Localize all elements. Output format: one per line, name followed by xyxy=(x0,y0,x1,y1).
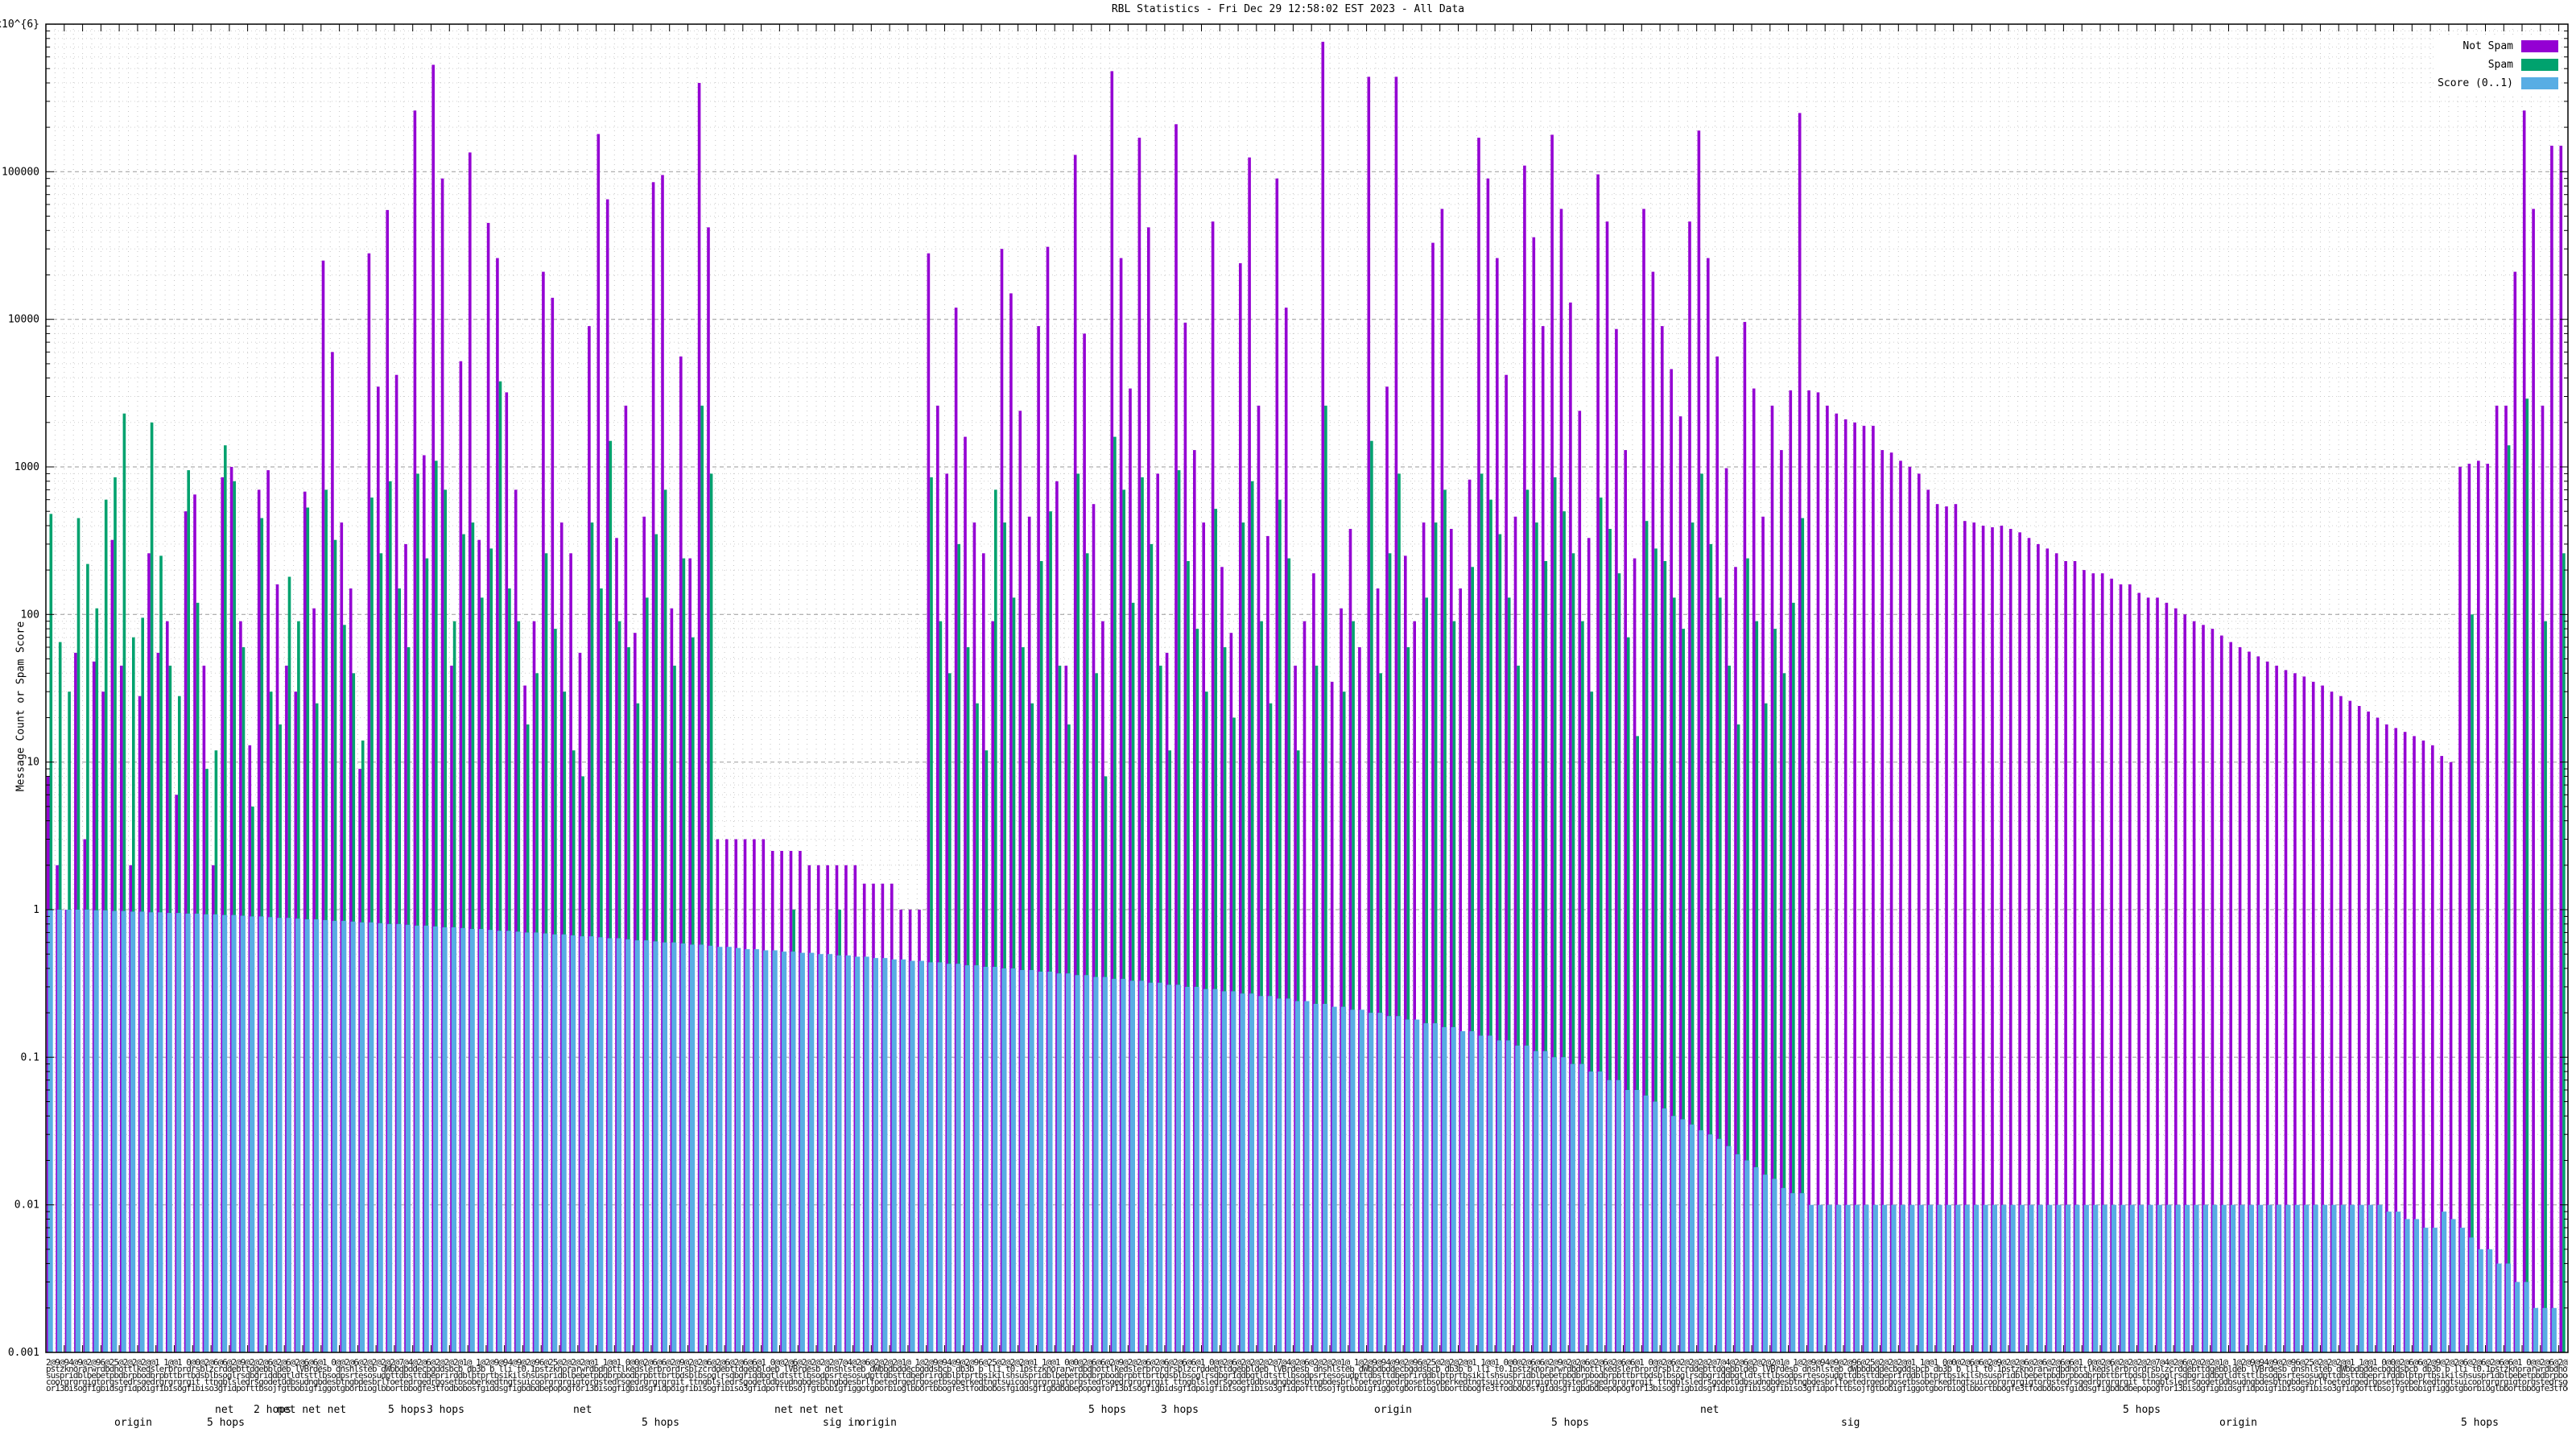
x-label-fragment: net xyxy=(215,1404,234,1416)
legend: Not Spam Spam Score (0..1) xyxy=(2434,35,2562,94)
x-label-fragment: net net net xyxy=(277,1404,347,1416)
x-label-fragment: 5 hops xyxy=(207,1417,245,1429)
legend-entry-spam: Spam xyxy=(2438,56,2558,74)
svg-text:0.01: 0.01 xyxy=(14,1199,39,1212)
x-label-fragment: origin xyxy=(859,1417,897,1429)
svg-text:10000: 10000 xyxy=(8,314,39,326)
svg-text:100000: 100000 xyxy=(2,166,39,178)
x-label-fragment: 3 hops xyxy=(427,1404,464,1416)
legend-swatch-score xyxy=(2521,77,2558,89)
svg-text:0.001: 0.001 xyxy=(8,1347,39,1359)
x-label-fragment: origin xyxy=(1374,1404,1412,1416)
x-label-fragment: sig in xyxy=(823,1417,861,1429)
x-label-fragment: net net net xyxy=(774,1404,844,1416)
svg-text:10: 10 xyxy=(27,757,39,769)
svg-text:100: 100 xyxy=(21,609,39,621)
legend-label-not-spam: Not Spam xyxy=(2462,40,2513,52)
x-label-garble-row: or13bisogfigbidsgfidpoigfibisogfibiso3gf… xyxy=(46,1383,2568,1393)
x-label-fragment: origin xyxy=(114,1417,152,1429)
svg-text:0.1: 0.1 xyxy=(21,1051,39,1063)
x-label-fragment: 5 hops xyxy=(1088,1404,1126,1416)
legend-entry-score: Score (0..1) xyxy=(2438,74,2558,93)
rbl-statistics-chart: RBL Statistics - Fri Dec 29 12:58:02 EST… xyxy=(0,0,2576,1449)
x-label-fragment: 3 hops xyxy=(1161,1404,1199,1416)
x-label-fragment: origin xyxy=(2219,1417,2257,1429)
legend-entry-not-spam: Not Spam xyxy=(2438,37,2558,56)
svg-text:1x10^{6}: 1x10^{6} xyxy=(0,19,39,31)
x-label-fragment: 5 hops xyxy=(642,1417,679,1429)
x-label-fragment: 5 hops xyxy=(2123,1404,2161,1416)
x-label-fragment: 5 hops xyxy=(388,1404,426,1416)
legend-swatch-not-spam xyxy=(2521,40,2558,52)
x-axis-labels: 2@9@94@9@2@96@25@2@2@2@@1 1@@1 0@0@2@6@6… xyxy=(46,1357,2568,1446)
svg-text:1: 1 xyxy=(33,904,39,916)
legend-swatch-spam xyxy=(2521,59,2558,71)
x-label-fragment: 5 hops xyxy=(1551,1417,1589,1429)
legend-label-spam: Spam xyxy=(2487,59,2513,71)
plot-area: 1x10^{6} 100000 10000 1000 100 10 1 0.1 0.01 0.00… xyxy=(0,19,2569,1359)
x-label-fragment: net xyxy=(1700,1404,1719,1416)
x-label-fragment: 5 hops xyxy=(2461,1417,2499,1429)
x-label-fragment: net xyxy=(573,1404,592,1416)
x-label-fragment: sig xyxy=(1841,1417,1860,1429)
svg-text:1000: 1000 xyxy=(14,461,39,473)
legend-label-score: Score (0..1) xyxy=(2438,77,2513,89)
